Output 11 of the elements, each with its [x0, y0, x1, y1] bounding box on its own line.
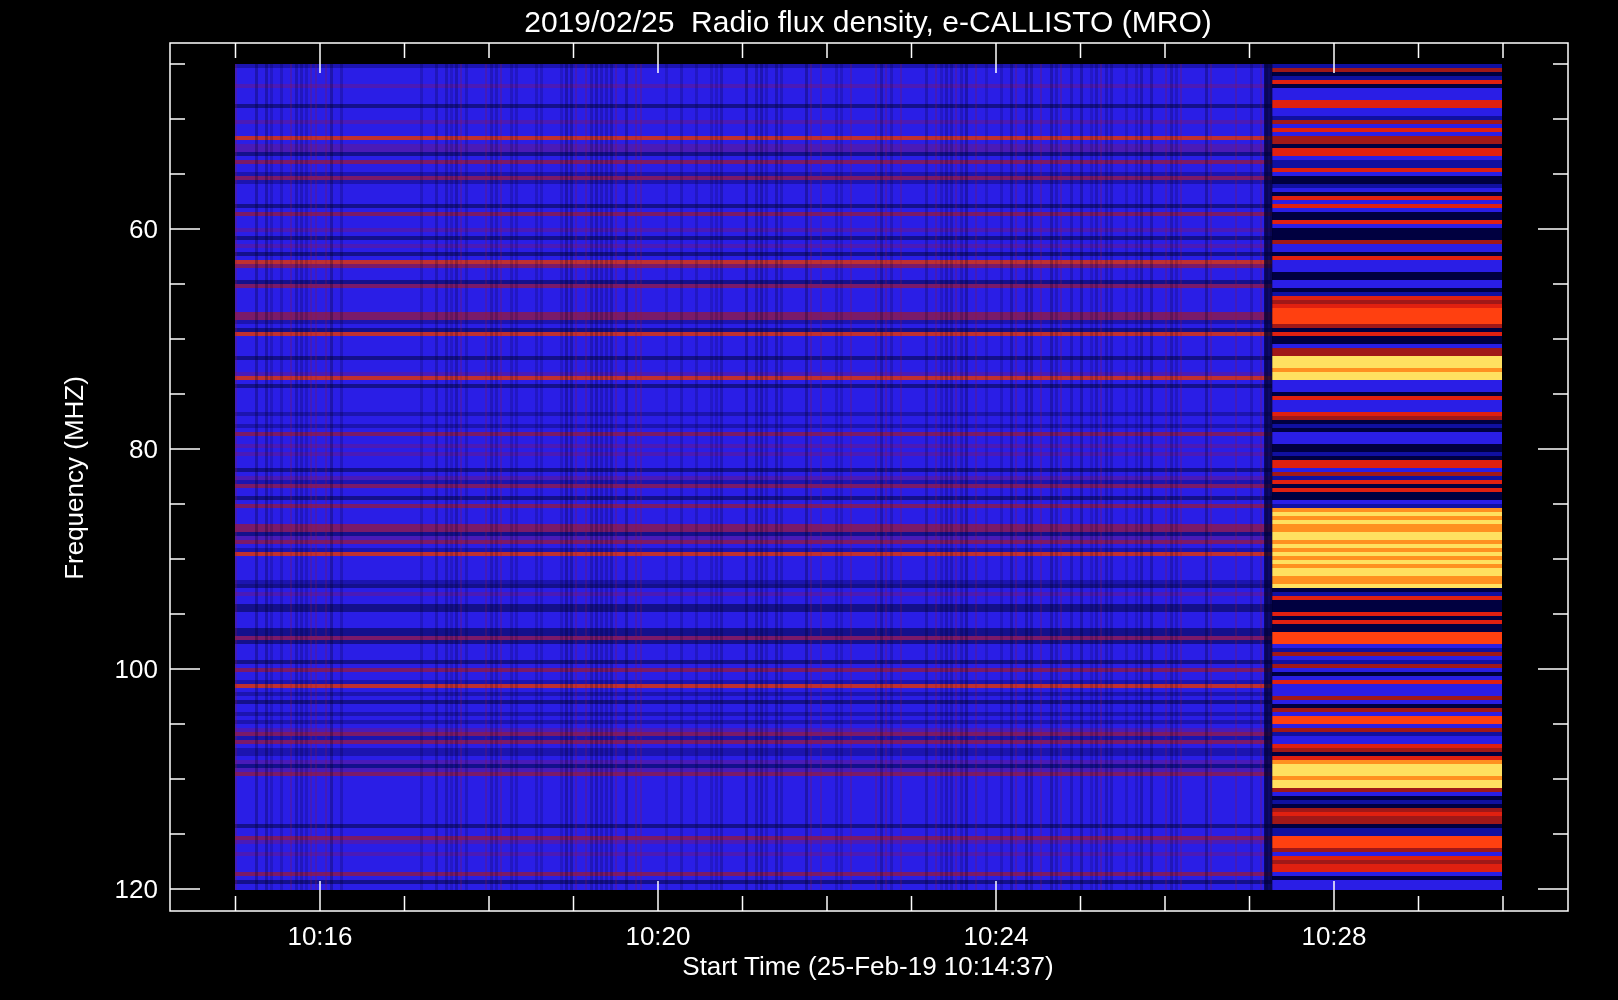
x-tick-label: 10:28: [1301, 921, 1367, 951]
x-axis-title: Start Time (25-Feb-19 10:14:37): [682, 951, 1054, 981]
x-tick-label: 10:20: [625, 921, 691, 951]
y-tick-label: 120: [114, 874, 158, 904]
y-tick-label: 100: [114, 654, 158, 684]
x-tick-label: 10:24: [963, 921, 1029, 951]
y-axis-title: Frequency (MHZ): [59, 376, 89, 580]
y-tick-label: 80: [129, 434, 158, 464]
y-tick-label: 60: [129, 214, 158, 244]
x-tick-label: 10:16: [287, 921, 353, 951]
chart-title: 2019/02/25 Radio flux density, e-CALLISTO (MRO): [524, 5, 1212, 38]
